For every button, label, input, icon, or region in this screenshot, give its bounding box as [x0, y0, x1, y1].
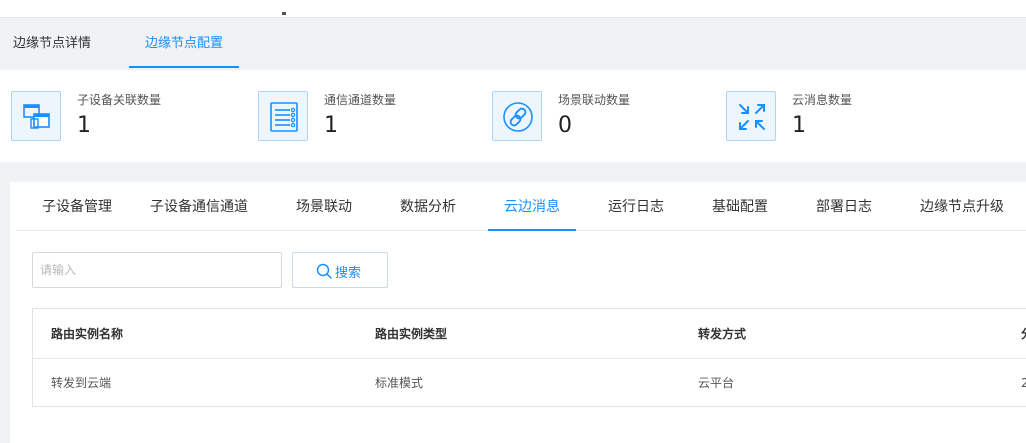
search-button-label: 搜索: [335, 266, 362, 281]
top-bar-clipped-text: [282, 0, 302, 34]
column-header: 转发方式: [698, 327, 747, 341]
stat-scene-count: 场景联动数量 0: [492, 89, 692, 143]
tab-cloud-edge-messages[interactable]: 云边消息: [488, 182, 576, 231]
table-header: 路由实例名称 路由实例类型 转发方式 分: [33, 309, 1026, 359]
table-cell: 标准模式: [375, 376, 424, 390]
link-icon: [492, 91, 542, 141]
stat-sub-device-count: 子设备关联数量 1: [11, 89, 211, 143]
tab-sub-device-management[interactable]: 子设备管理: [42, 182, 112, 230]
stat-label: 子设备关联数量: [77, 93, 162, 107]
stat-label: 通信通道数量: [324, 93, 397, 107]
column-header: 分: [1021, 309, 1026, 358]
stat-label: 云消息数量: [792, 93, 853, 107]
page-tabs: 边缘节点详情 边缘节点配置: [0, 18, 1026, 70]
stat-cloud-message-count: 云消息数量 1: [726, 89, 926, 143]
table-cell: 转发到云端: [51, 376, 112, 390]
tab-edge-node-details[interactable]: 边缘节点详情: [13, 18, 91, 70]
table-cell: 云平台: [698, 376, 735, 390]
devices-icon: [11, 91, 61, 141]
search-icon: [316, 263, 332, 279]
column-header: 路由实例类型: [375, 327, 448, 341]
tab-basic-config[interactable]: 基础配置: [712, 182, 768, 230]
tab-edge-node-upgrade[interactable]: 边缘节点升级: [920, 182, 1004, 230]
stat-channel-count: 通信通道数量 1: [258, 89, 458, 143]
routes-table: 路由实例名称 路由实例类型 转发方式 分 转发到云端 标准模式 云平台 2: [32, 308, 1026, 407]
table-cell: 2: [1021, 376, 1026, 390]
stat-value: 1: [77, 113, 91, 138]
channel-list-icon: [258, 91, 308, 141]
tab-scene-linkage[interactable]: 场景联动: [296, 182, 352, 230]
search-button[interactable]: 搜索: [292, 252, 388, 288]
top-bar: [0, 0, 1026, 34]
tab-deploy-logs[interactable]: 部署日志: [816, 182, 872, 230]
stat-value: 0: [558, 113, 572, 138]
column-header: 路由实例名称: [51, 327, 124, 341]
stat-value: 1: [792, 113, 806, 138]
tab-sub-device-channels[interactable]: 子设备通信通道: [150, 182, 248, 230]
tab-data-analysis[interactable]: 数据分析: [400, 182, 456, 230]
arrows-icon: [726, 91, 776, 141]
sub-tabs: 子设备管理 子设备通信通道 场景联动 数据分析 云边消息 运行日志 基础配置 部…: [16, 182, 1026, 231]
tab-run-logs[interactable]: 运行日志: [608, 182, 664, 230]
main-panel: 子设备管理 子设备通信通道 场景联动 数据分析 云边消息 运行日志 基础配置 部…: [10, 182, 1026, 443]
table-row[interactable]: 转发到云端 标准模式 云平台 2: [33, 359, 1026, 407]
tab-edge-node-config[interactable]: 边缘节点配置: [128, 18, 240, 70]
search-input[interactable]: [32, 252, 282, 288]
stats-bar: 子设备关联数量 1 通信通道数量 1 场景联动数量 0 云消息数量 1: [0, 70, 1026, 162]
stat-value: 1: [324, 113, 338, 138]
stat-label: 场景联动数量: [558, 93, 631, 107]
